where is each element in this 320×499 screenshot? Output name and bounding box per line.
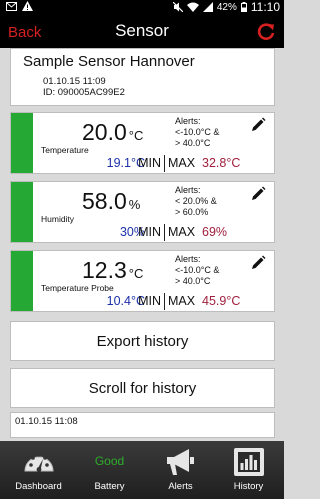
status-indicator [11,251,33,311]
bar-chart-icon [234,448,264,476]
nav-history-label: History [233,481,264,492]
sensor-unit: °C [128,128,144,143]
sensor-value: 20.0 °C [82,119,144,145]
nav-alerts-label: Alerts [168,481,193,492]
status-indicator [11,182,33,242]
alert-high: > 40.0°C [175,138,211,148]
signal-icon [202,2,213,12]
min-max-divider [164,155,165,172]
export-history-button[interactable]: Export history [10,321,275,361]
device-info-card: Sample Sensor Hannover 01.10.15 11:09 ID… [10,48,275,106]
alert-high: > 60.0% [175,207,209,217]
alert-thresholds: Alerts: <-10.0°C & > 40.0°C [175,116,219,149]
max-label: MAX [168,156,196,170]
status-indicator [11,113,33,173]
wifi-icon [186,2,199,12]
edit-icon[interactable] [250,255,266,271]
bottom-navigation: Dashboard Good Battery Alerts History [0,441,284,499]
device-id: ID: 090005AC99E2 [43,87,125,98]
scroll-history-button[interactable]: Scroll for history [10,368,275,408]
speedometer-icon [24,453,54,472]
alert-high: > 40.0°C [175,276,211,286]
max-label: MAX [168,294,196,308]
edit-icon[interactable] [250,186,266,202]
refresh-icon[interactable] [256,22,276,42]
megaphone-icon [167,449,194,475]
nav-battery-label: Battery [94,481,125,492]
min-max-row: 30% MIN MAX 69% [39,224,271,241]
battery-percent: 42% [216,1,237,13]
sensor-card-humidity[interactable]: 58.0% Humidity Alerts: < 20.0% & > 60.0%… [10,181,275,243]
max-label: MAX [168,225,196,239]
sensor-label: Temperature Probe [41,283,114,293]
min-label: MIN [138,294,161,308]
nav-battery[interactable]: Good Battery [74,441,145,499]
sensor-unit: °C [128,266,144,281]
device-name: Sample Sensor Hannover [23,53,195,70]
nav-alerts[interactable]: Alerts [145,441,216,499]
sensor-card-temperature[interactable]: 20.0 °C Temperature Alerts: <-10.0°C & > … [10,112,275,174]
battery-status: Good [94,454,125,468]
nav-history[interactable]: History [213,441,284,499]
battery-icon [240,2,247,12]
alerts-heading: Alerts: [175,116,201,126]
sensor-label: Temperature [41,145,89,155]
max-value: 69% [202,225,228,239]
min-max-divider [164,224,165,241]
max-value: 45.9°C [202,294,241,308]
min-max-row: 19.1°C MIN MAX 32.8°C [39,155,271,172]
alert-low: < 20.0% & [175,196,217,206]
warning-icon [22,1,33,11]
device-timestamp: 01.10.15 11:09 [43,76,106,87]
alerts-heading: Alerts: [175,254,201,264]
sensor-value: 58.0% [82,188,141,214]
sensor-value: 12.3 °C [82,257,144,283]
max-value: 32.8°C [202,156,241,170]
sensor-card-temperature-probe[interactable]: 12.3 °C Temperature Probe Alerts: <-10.0°… [10,250,275,312]
alerts-heading: Alerts: [175,185,201,195]
nav-dashboard-label: Dashboard [15,481,62,492]
email-icon [6,1,17,11]
page-title: Sensor [115,21,169,40]
min-max-divider [164,293,165,310]
history-timestamp: 01.10.15 11:08 [15,416,78,427]
min-label: MIN [138,156,161,170]
alert-thresholds: Alerts: <-10.0°C & > 40.0°C [175,254,219,287]
clock: 11:10 [250,0,280,14]
status-bar: 42% 11:10 [0,0,284,15]
app-header: Back Sensor [0,15,284,48]
min-label: MIN [138,225,161,239]
alert-low: <-10.0°C & [175,265,220,275]
nav-dashboard[interactable]: Dashboard [3,441,74,499]
alert-thresholds: Alerts: < 20.0% & > 60.0% [175,185,217,218]
sensor-unit: % [128,197,141,212]
mute-icon [172,2,183,12]
alert-low: <-10.0°C & [175,127,220,137]
sensor-label: Humidity [41,214,75,224]
edit-icon[interactable] [250,117,266,133]
history-list-item: 01.10.15 11:08 [10,412,275,438]
min-max-row: 10.4°C MIN MAX 45.9°C [39,293,271,310]
